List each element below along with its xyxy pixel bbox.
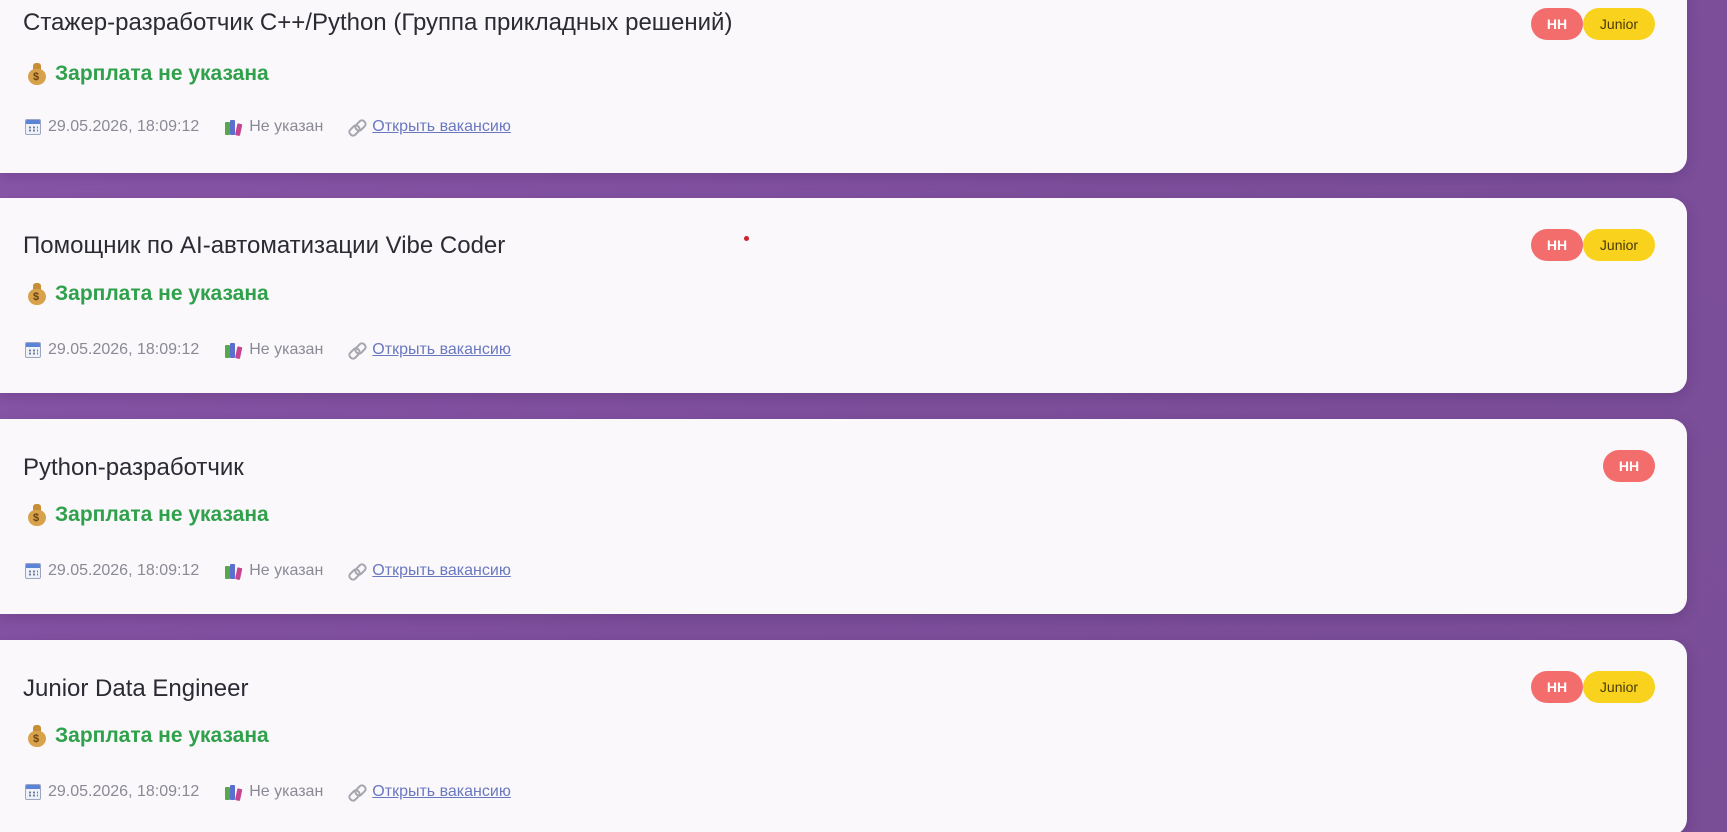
published-date-text: 29.05.2026, 18:09:12 <box>48 341 200 358</box>
vacancy-meta: 29.05.2026, 18:09:12 Не указан Открыть в… <box>25 783 537 801</box>
books-icon <box>225 563 243 580</box>
moneybag-icon: $ <box>27 504 47 526</box>
vacancy-badges: HH Junior <box>1531 671 1655 703</box>
vacancy-badges: HH Junior <box>1531 229 1655 261</box>
experience: Не указан <box>225 341 323 359</box>
published-date: 29.05.2026, 18:09:12 <box>25 783 199 801</box>
level-badge-junior: Junior <box>1583 229 1655 261</box>
vacancy-title: Стажер-разработчик C++/Python (Группа пр… <box>23 9 733 36</box>
experience: Не указан <box>225 118 323 136</box>
salary-line: $ Зарплата не указана <box>27 62 269 86</box>
vacancy-card: Python-разработчик HH $ Зарплата не указ… <box>0 419 1687 614</box>
published-date: 29.05.2026, 18:09:12 <box>25 341 199 359</box>
books-icon <box>225 342 243 359</box>
moneybag-icon: $ <box>27 63 47 85</box>
link-icon <box>349 784 365 800</box>
salary-text: Зарплата не указана <box>55 62 269 85</box>
books-icon <box>225 119 243 136</box>
source-badge-hh: HH <box>1603 450 1655 482</box>
salary-text: Зарплата не указана <box>55 724 269 747</box>
experience-text: Не указан <box>249 118 324 135</box>
vacancy-card: Junior Data Engineer HH Junior $ Зарплат… <box>0 640 1687 832</box>
calendar-icon <box>25 784 41 800</box>
vacancy-meta: 29.05.2026, 18:09:12 Не указан Открыть в… <box>25 118 537 136</box>
salary-line: $ Зарплата не указана <box>27 724 269 748</box>
level-badge-junior: Junior <box>1583 8 1655 40</box>
published-date-text: 29.05.2026, 18:09:12 <box>48 562 200 579</box>
experience-text: Не указан <box>249 783 324 800</box>
calendar-icon <box>25 342 41 358</box>
salary-text: Зарплата не указана <box>55 503 269 526</box>
open-vacancy-link[interactable]: Открыть вакансию <box>372 341 511 359</box>
source-badge-hh: HH <box>1531 8 1583 40</box>
vacancy-title: Помощник по AI-автоматизации Vibe Coder <box>23 232 506 259</box>
vacancy-title: Python-разработчик <box>23 454 244 481</box>
published-date-text: 29.05.2026, 18:09:12 <box>48 783 200 800</box>
experience-text: Не указан <box>249 341 324 358</box>
experience: Не указан <box>225 783 323 801</box>
vacancy-meta: 29.05.2026, 18:09:12 Не указан Открыть в… <box>25 341 537 359</box>
vacancy-title: Junior Data Engineer <box>23 675 249 702</box>
moneybag-icon: $ <box>27 283 47 305</box>
vacancy-card: Стажер-разработчик C++/Python (Группа пр… <box>0 0 1687 173</box>
open-vacancy: Открыть вакансию <box>349 118 511 136</box>
salary-line: $ Зарплата не указана <box>27 503 269 527</box>
calendar-icon <box>25 563 41 579</box>
link-icon <box>349 563 365 579</box>
open-vacancy-link[interactable]: Открыть вакансию <box>372 562 511 580</box>
experience-text: Не указан <box>249 562 324 579</box>
published-date-text: 29.05.2026, 18:09:12 <box>48 118 200 135</box>
cursor-dot <box>744 236 749 241</box>
vacancy-card: Помощник по AI-автоматизации Vibe Coder … <box>0 198 1687 393</box>
calendar-icon <box>25 119 41 135</box>
source-badge-hh: HH <box>1531 671 1583 703</box>
open-vacancy: Открыть вакансию <box>349 562 511 580</box>
link-icon <box>349 119 365 135</box>
vacancy-meta: 29.05.2026, 18:09:12 Не указан Открыть в… <box>25 562 537 580</box>
link-icon <box>349 342 365 358</box>
open-vacancy-link[interactable]: Открыть вакансию <box>372 783 511 801</box>
source-badge-hh: HH <box>1531 229 1583 261</box>
open-vacancy: Открыть вакансию <box>349 341 511 359</box>
open-vacancy-link[interactable]: Открыть вакансию <box>372 118 511 136</box>
published-date: 29.05.2026, 18:09:12 <box>25 562 199 580</box>
experience: Не указан <box>225 562 323 580</box>
moneybag-icon: $ <box>27 725 47 747</box>
open-vacancy: Открыть вакансию <box>349 783 511 801</box>
vacancy-badges: HH Junior <box>1531 8 1655 40</box>
vacancy-badges: HH <box>1603 450 1655 482</box>
salary-text: Зарплата не указана <box>55 282 269 305</box>
salary-line: $ Зарплата не указана <box>27 282 269 306</box>
books-icon <box>225 784 243 801</box>
level-badge-junior: Junior <box>1583 671 1655 703</box>
published-date: 29.05.2026, 18:09:12 <box>25 118 199 136</box>
